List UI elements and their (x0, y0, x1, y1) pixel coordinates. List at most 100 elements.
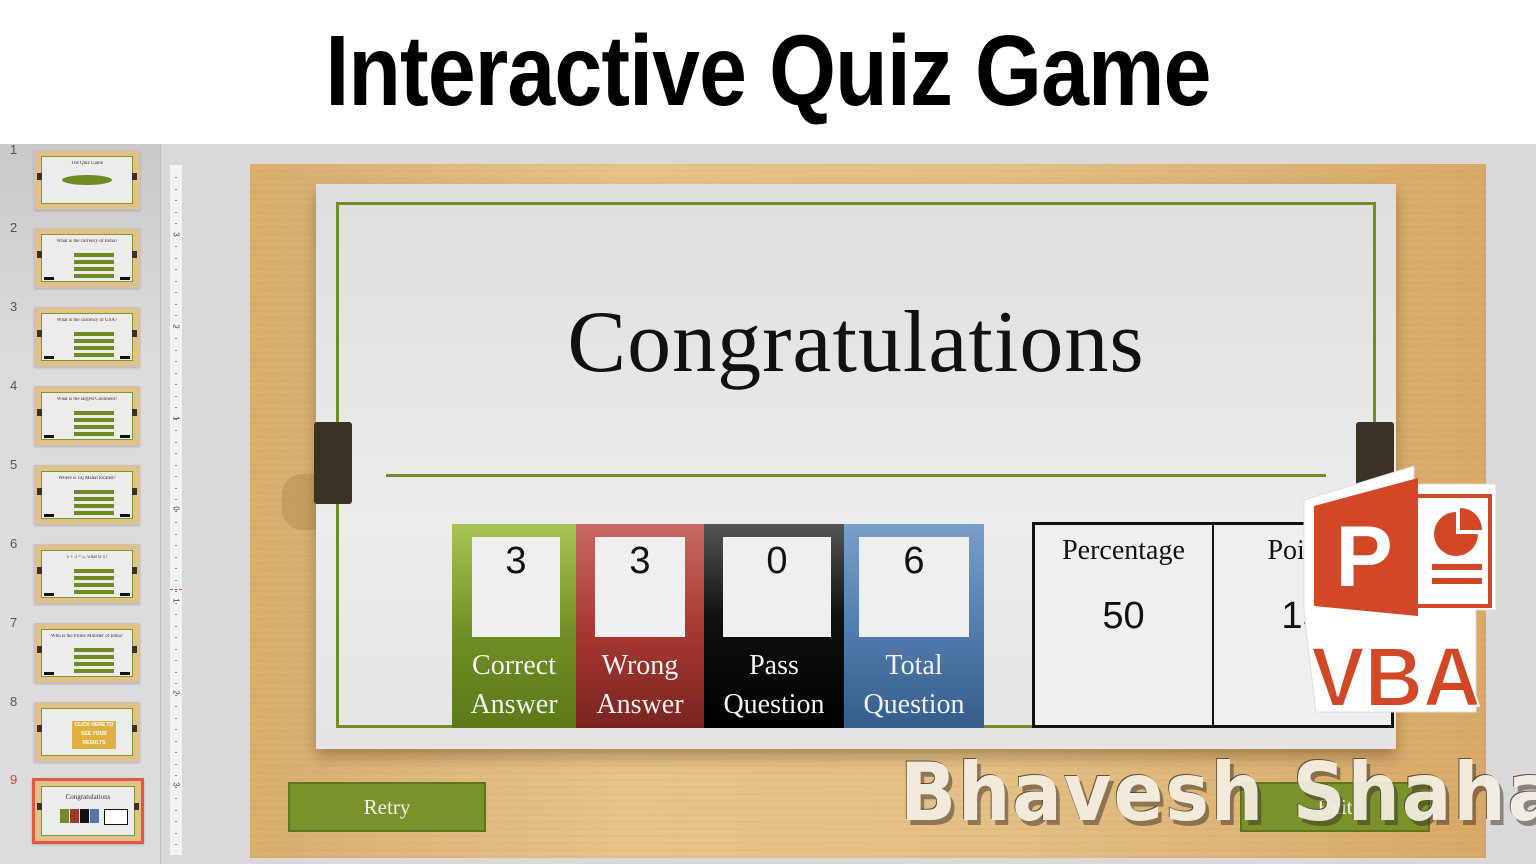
slide-preview: The Quiz Game (34, 150, 140, 210)
answer-option-preview (74, 353, 114, 357)
ruler-label: 3 (171, 782, 181, 787)
slide-preview-card: Where is Taj Mahal located? (41, 471, 133, 519)
logo-vba-text: VBA (1311, 630, 1481, 722)
slide-thumbnail-9[interactable]: 9 Congratulations (0, 772, 160, 850)
slide-number: 7 (10, 615, 18, 630)
back-button-preview (44, 277, 54, 280)
answer-option-preview (74, 253, 114, 257)
binder-clip-preview (37, 488, 42, 495)
ruler-tick (175, 349, 177, 351)
pass-question-label: Pass Question (723, 650, 825, 720)
ruler-tick (175, 188, 177, 190)
ruler-tick (175, 510, 177, 512)
slide-preview: Who is the Prime Minister of India? (34, 623, 140, 683)
percentage-value: 50 (1102, 595, 1145, 637)
answer-option-preview (74, 648, 114, 652)
slide-preview-title: Where is Taj Mahal located? (58, 476, 116, 481)
ruler-tick (175, 211, 177, 213)
binder-clip-preview (37, 646, 42, 653)
ruler-tick (175, 798, 177, 799)
ruler-tick (175, 522, 177, 523)
ruler-tick (175, 418, 177, 420)
binder-clip-preview (37, 725, 42, 732)
back-button-preview (44, 356, 54, 359)
slide-thumbnail-1[interactable]: 1 The Quiz Game (0, 144, 160, 220)
slide-preview-title: Who is the Prime Minister of India? (50, 634, 124, 639)
ruler-tick (175, 487, 177, 489)
slide-preview-title: What is the largest Continent? (56, 397, 118, 402)
ruler-tick (175, 476, 177, 477)
answer-option-preview (74, 346, 114, 350)
slide-thumbnail-5[interactable]: 5 Where is Taj Mahal located? (0, 457, 160, 535)
slide-number: 6 (10, 536, 18, 551)
correct-answer-box: 3 (472, 537, 560, 637)
answer-option-preview (74, 511, 114, 515)
binder-clip-preview (132, 173, 137, 180)
author-watermark: Bhavesh Shaha (900, 746, 1536, 839)
ruler-tick (175, 821, 177, 822)
retry-button[interactable]: Retry (288, 782, 486, 832)
start-button-preview (62, 175, 112, 185)
ruler-tick (175, 326, 177, 328)
ruler-tick (175, 752, 177, 753)
wrong-answer-box: 3 (595, 537, 685, 637)
slide-thumbnail-4[interactable]: 4 What is the largest Continent? (0, 378, 160, 456)
ruler-tick (175, 234, 177, 236)
slide-preview: What is the currency of India? (34, 228, 140, 288)
answer-option-preview (74, 583, 114, 587)
answer-option-preview (74, 669, 114, 673)
ruler-label: 2 (171, 690, 181, 695)
answer-option-preview (74, 504, 114, 508)
ruler-tick (175, 809, 177, 811)
next-button-preview (120, 593, 130, 596)
total-question-box: 6 (859, 537, 969, 637)
ruler-tick (175, 556, 177, 558)
ruler-tick (175, 200, 177, 201)
ruler-tick (175, 315, 177, 316)
slide-thumbnail-6[interactable]: 6 x + 3 = 5, what is x? (0, 536, 160, 614)
answer-option-preview (74, 332, 114, 336)
ruler-tick (175, 453, 177, 454)
results-card: Congratulations 3 Correct Answer 3 Wrong A… (316, 184, 1396, 749)
next-button-preview (120, 672, 130, 675)
ruler-tick (175, 372, 177, 374)
slide-preview-card: CLICK HERE TO SEE YOUR RESULTS (41, 708, 133, 756)
logo-letter: P (1335, 509, 1392, 605)
slide-thumbnail-7[interactable]: 7 Who is the Prime Minister of India? (0, 615, 160, 693)
ruler-tick (175, 545, 177, 546)
total-question-value: 6 (903, 540, 925, 582)
ruler-tick (175, 671, 177, 673)
slide-preview: What is the currency of USA? (34, 307, 140, 367)
slide-preview-card: What is the currency of India? (41, 234, 133, 282)
binder-clip-preview (37, 173, 42, 180)
slide-thumbnail-3[interactable]: 3 What is the currency of USA? (0, 299, 160, 377)
ruler-tick (175, 591, 177, 592)
slide-preview: Congratulations (32, 778, 144, 844)
ruler-tick (175, 361, 177, 362)
back-button-preview (44, 514, 54, 517)
slide-thumbnail-pane[interactable]: 1 The Quiz Game 2 What is the currency of I… (0, 144, 161, 864)
ruler-label: 1 (171, 598, 181, 603)
results-cta-preview: CLICK HERE TO SEE YOUR RESULTS (72, 721, 116, 749)
answer-option-preview (74, 576, 114, 580)
ruler-tick (175, 614, 177, 615)
title-divider (386, 474, 1326, 477)
ruler-tick (175, 763, 177, 765)
binder-clip-preview (132, 646, 137, 653)
powerpoint-vba-logo: P VBA (1303, 465, 1497, 722)
score-tile-preview (60, 809, 69, 823)
slide-preview: x + 3 = 5, what is x? (34, 544, 140, 604)
next-button-preview (120, 356, 130, 359)
ruler-tick (175, 832, 177, 834)
slide-number: 1 (10, 144, 18, 157)
slide-preview-title: Congratulations (65, 793, 111, 801)
correct-answer-value: 3 (505, 540, 527, 582)
answer-option-preview (74, 497, 114, 501)
wrong-answer-label: Wrong Answer (596, 650, 684, 720)
binder-clip-preview (37, 251, 42, 258)
pass-question-tile: 0 Pass Question (704, 524, 844, 728)
slide-thumbnail-8[interactable]: 8 CLICK HERE TO SEE YOUR RESULTS (0, 694, 160, 772)
answer-option-preview (74, 418, 114, 422)
answer-option-preview (74, 260, 114, 264)
slide-thumbnail-2[interactable]: 2 What is the currency of India? (0, 220, 160, 298)
